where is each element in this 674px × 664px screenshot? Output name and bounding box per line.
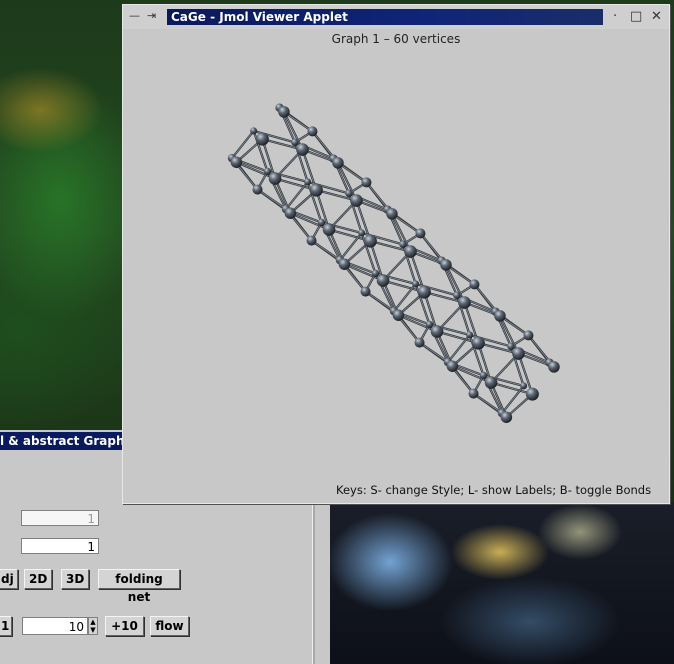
atom (284, 207, 297, 219)
atom (361, 177, 372, 188)
atom (306, 235, 317, 246)
atom (230, 156, 243, 168)
atom (252, 184, 263, 195)
atom (453, 291, 461, 300)
panel-separator (312, 502, 315, 664)
atom (494, 310, 506, 322)
bond-highlight (339, 232, 362, 261)
atom (268, 172, 282, 185)
3d-button[interactable]: 3D (61, 569, 89, 589)
atom (376, 274, 390, 287)
atom (458, 296, 471, 309)
atom (371, 269, 380, 278)
flow-button[interactable]: flow (150, 616, 189, 636)
atom (440, 259, 452, 271)
bond-highlight (501, 385, 524, 414)
2d-button[interactable]: 2D (24, 569, 52, 589)
atom (250, 127, 258, 135)
bond-highlight (231, 130, 254, 159)
jmol-viewer-window: — ⇥ CaGe - Jmol Viewer Applet · □ ✕ Grap… (122, 4, 670, 504)
atom (468, 388, 479, 399)
atom (523, 330, 534, 341)
atom (425, 320, 434, 329)
atom (520, 382, 528, 390)
atom (322, 223, 336, 236)
adj-button[interactable]: dj (0, 569, 18, 589)
atom (291, 138, 299, 147)
plus-ten-button[interactable]: +10 (105, 616, 144, 636)
atom (360, 286, 371, 297)
atom (430, 325, 444, 338)
folding-net-button[interactable]: folding net (98, 569, 180, 604)
atom (548, 361, 560, 373)
bond-highlight (285, 181, 308, 210)
atom (296, 143, 309, 156)
atom (471, 336, 485, 350)
atom (466, 331, 474, 339)
keys-hint: Keys: S- change Style; L- show Labels; B… (336, 483, 652, 497)
atom (358, 229, 366, 237)
atom (469, 279, 480, 290)
molecule-canvas[interactable] (123, 5, 669, 503)
atom (338, 258, 351, 270)
atom (399, 240, 407, 249)
graph-editor-title: l & abstract Graph e (0, 434, 137, 448)
atom (500, 411, 513, 423)
atom (263, 167, 272, 176)
atom (304, 178, 312, 186)
atom (412, 280, 420, 288)
disabled-value-field: 1 (21, 510, 99, 526)
molecule-atoms (227, 103, 560, 423)
step-spinner[interactable]: ▲ ▼ (88, 617, 98, 635)
atom (386, 208, 398, 220)
atom (484, 376, 498, 389)
atom (392, 309, 405, 321)
bond-highlight (447, 334, 470, 363)
atom (404, 245, 417, 258)
atom (278, 106, 290, 118)
step-back-button[interactable]: 1 (0, 616, 12, 636)
atom (307, 126, 318, 137)
atom (350, 194, 363, 207)
atom (363, 234, 377, 248)
step-input[interactable]: 10 (22, 617, 88, 635)
atom (332, 157, 344, 169)
atom (317, 218, 326, 227)
atom (415, 228, 426, 239)
atom (417, 285, 431, 299)
atom (255, 132, 269, 146)
molecule-bonds (231, 106, 555, 419)
atom (446, 360, 459, 372)
atom (525, 387, 539, 401)
atom (479, 371, 488, 380)
atom (414, 337, 425, 348)
atom (507, 342, 515, 351)
atom (512, 347, 525, 360)
bond-highlight (393, 283, 416, 312)
atom (345, 189, 353, 198)
atom (309, 183, 323, 197)
value-field[interactable]: 1 (21, 538, 99, 554)
desktop-nebula-image (330, 502, 674, 664)
